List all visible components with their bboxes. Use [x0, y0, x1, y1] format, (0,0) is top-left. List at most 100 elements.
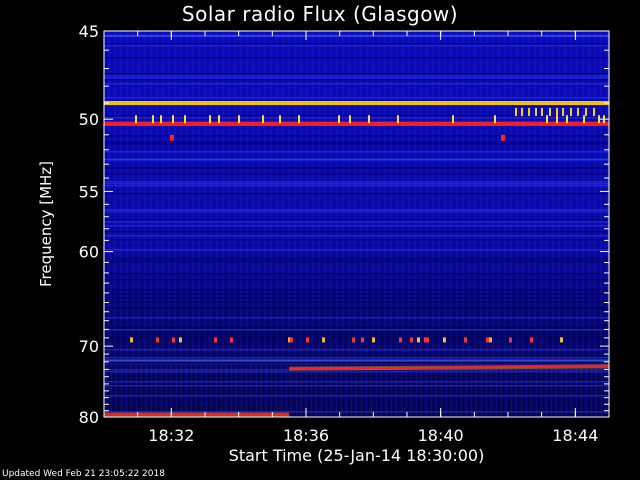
burst-speck [556, 107, 558, 116]
burst-speck [152, 115, 154, 124]
y-tick-label: 55 [79, 182, 99, 201]
burst-speck [577, 107, 579, 116]
burst-speck [570, 107, 572, 116]
noise-band [104, 259, 609, 261]
burst-speck [593, 107, 595, 116]
noise-band [104, 349, 609, 351]
noise-band [104, 297, 609, 299]
noise-band [104, 333, 609, 335]
noise-band [104, 327, 609, 329]
spectrogram-chart: 45 50 55 60 70 80 18:32 18:36 18:40 18:44 [79, 22, 610, 445]
y-tick-label: 60 [79, 243, 99, 262]
noise-band [104, 77, 609, 79]
burst-speck [397, 115, 399, 124]
noise-band [104, 261, 609, 263]
burst-speck [352, 337, 355, 343]
noise-band [104, 79, 609, 81]
noise-band [104, 289, 609, 291]
burst-speck [262, 115, 264, 124]
noise-band [104, 173, 609, 175]
y-tick-label: 45 [79, 22, 99, 41]
burst-speck [494, 115, 496, 124]
noise-band [104, 331, 609, 333]
noise-band [104, 183, 609, 185]
burst-speck [160, 115, 162, 124]
burst-speck [521, 107, 523, 116]
burst-speck [452, 115, 454, 124]
noise-band [104, 151, 609, 153]
noise-band [104, 381, 609, 383]
burst-speck [583, 115, 585, 124]
emission-band [104, 121, 609, 126]
noise-band [104, 141, 609, 143]
noise-band [104, 115, 609, 117]
noise-band [104, 209, 609, 211]
burst-speck [560, 337, 563, 343]
burst-speck [464, 337, 467, 343]
noise-band [104, 317, 609, 319]
noise-band [104, 143, 609, 145]
emphasis-band [104, 210, 609, 213]
burst-speck [426, 337, 429, 343]
burst-speck [399, 337, 402, 343]
burst-speck [172, 337, 175, 343]
burst-speck [361, 337, 364, 343]
noise-band [104, 293, 609, 295]
x-tick-label: 18:40 [418, 426, 464, 445]
burst-speck [298, 115, 300, 124]
burst-speck [218, 115, 220, 124]
burst-speck [530, 337, 533, 343]
emphasis-band [104, 166, 609, 169]
noise-band [104, 395, 609, 397]
burst-speck [130, 337, 133, 343]
noise-band [104, 43, 609, 45]
emphasis-band [104, 361, 609, 364]
noise-band [104, 239, 609, 241]
burst-speck [528, 107, 530, 116]
noise-band [104, 371, 609, 373]
burst-speck [170, 134, 174, 141]
x-tick-label: 18:36 [283, 426, 329, 445]
noise-band [104, 279, 609, 281]
noise-band [104, 231, 609, 233]
x-tick-label: 18:44 [552, 426, 598, 445]
burst-speck [486, 337, 489, 343]
burst-speck [535, 107, 537, 116]
noise-band [104, 219, 609, 221]
burst-speck [368, 115, 370, 124]
burst-speck [209, 115, 211, 124]
burst-speck [238, 115, 240, 124]
plot-area [104, 31, 610, 417]
burst-speck [156, 337, 159, 343]
burst-speck [556, 115, 558, 124]
emphasis-band [104, 34, 609, 37]
spectrogram-texture-upper [104, 31, 609, 362]
burst-speck [179, 337, 182, 343]
burst-speck [515, 107, 517, 116]
burst-speck [501, 134, 505, 141]
y-tick-label: 70 [79, 337, 99, 356]
burst-speck [322, 337, 325, 343]
y-tick-label: 80 [79, 408, 99, 427]
noise-band [104, 73, 609, 75]
burst-speck [372, 337, 375, 343]
y-tick-label: 50 [79, 110, 99, 129]
x-tick-label: 18:32 [148, 426, 194, 445]
noise-band [104, 75, 609, 77]
noise-band [104, 249, 609, 251]
noise-band [104, 45, 609, 47]
noise-band [104, 273, 609, 275]
emission-band [104, 101, 609, 106]
noise-band [104, 57, 609, 59]
burst-speck [306, 337, 309, 343]
noise-band [104, 221, 609, 223]
burst-speck [410, 337, 413, 343]
noise-band [104, 301, 609, 303]
burst-speck [135, 115, 137, 124]
burst-speck [562, 107, 564, 116]
noise-band [104, 83, 609, 85]
burst-speck [546, 115, 548, 124]
noise-band [104, 181, 609, 183]
emphasis-band [104, 158, 609, 161]
noise-band [104, 135, 609, 137]
